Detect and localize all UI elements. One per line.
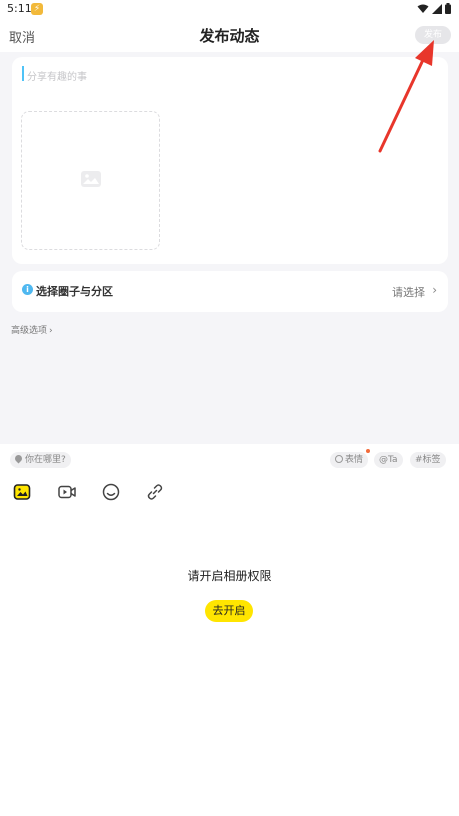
notification-badge-icon: ⚡: [31, 3, 43, 15]
add-image-slot[interactable]: [21, 111, 160, 250]
info-icon: i: [22, 284, 33, 295]
image-icon[interactable]: [12, 482, 32, 502]
post-input[interactable]: 分享有趣的事: [27, 68, 87, 83]
image-placeholder-icon: [81, 171, 101, 187]
advanced-options-label: 高级选项: [11, 326, 48, 336]
location-label: 你在哪里?: [25, 455, 66, 465]
wifi-icon: [417, 4, 429, 13]
signal-icon: [432, 3, 442, 14]
tag-label: 标签: [422, 455, 441, 465]
at-icon: @: [379, 455, 388, 465]
emoji-icon[interactable]: [101, 482, 121, 502]
mention-chip[interactable]: @Ta: [374, 452, 403, 468]
emoji-chip[interactable]: 表情: [330, 452, 369, 468]
mention-label: Ta: [388, 455, 398, 465]
status-bar: 5:11 ⚡: [0, 0, 459, 18]
tag-chip[interactable]: #标签: [410, 452, 446, 468]
chevron-right-icon: ›: [49, 326, 53, 336]
link-icon[interactable]: [145, 482, 165, 502]
advanced-options-link[interactable]: 高级选项 ›: [11, 323, 53, 336]
new-indicator-dot: [366, 449, 370, 453]
video-icon[interactable]: [57, 482, 77, 502]
location-pin-icon: [13, 453, 24, 464]
enable-permission-button[interactable]: 去开启: [205, 600, 253, 622]
permission-message: 请开启相册权限: [187, 569, 272, 583]
circle-label: 选择圈子与分区: [36, 285, 113, 298]
emoji-label: 表情: [345, 455, 364, 465]
status-icons: [417, 3, 451, 14]
smile-icon: [335, 455, 343, 463]
circle-select-value[interactable]: 请选择: [392, 284, 425, 300]
hash-icon: #: [415, 455, 423, 465]
battery-icon: [445, 3, 451, 14]
status-time: 5:11: [7, 2, 32, 15]
location-chip[interactable]: 你在哪里?: [10, 452, 71, 468]
text-cursor: [22, 66, 24, 81]
annotation-arrow-icon: [378, 40, 434, 153]
chevron-right-icon: ›: [432, 283, 437, 297]
